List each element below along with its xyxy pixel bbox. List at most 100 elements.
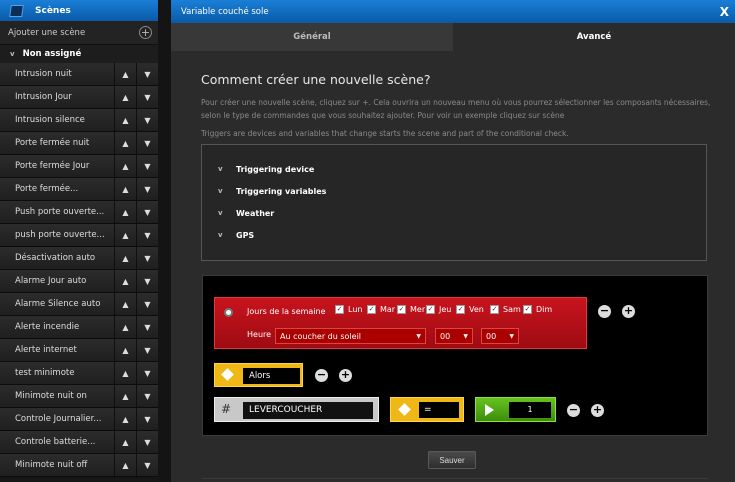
move-down-icon[interactable]: ▼ [136,362,158,384]
sidebar-group-unassigned[interactable]: v Non assigné [0,45,158,63]
list-item[interactable]: test minimote ▲ ▼ [0,362,158,385]
move-up-icon[interactable]: ▲ [114,224,136,246]
checkbox-icon[interactable]: ✓ [397,305,406,314]
checkbox-icon[interactable]: ✓ [456,305,465,314]
move-up-icon[interactable]: ▲ [114,109,136,131]
move-up-icon[interactable]: ▲ [114,155,136,177]
move-up-icon[interactable]: ▲ [114,270,136,292]
list-item[interactable]: Minimote nuit off ▲ ▼ [0,454,158,477]
day-checkbox[interactable]: ✓ Mar [367,305,395,314]
move-up-icon[interactable]: ▲ [114,247,136,269]
move-down-icon[interactable]: ▼ [136,408,158,430]
move-up-icon[interactable]: ▲ [114,178,136,200]
checkbox-icon[interactable]: ✓ [523,305,532,314]
scene-label: Alarme Silence auto [15,299,101,309]
move-down-icon[interactable]: ▼ [136,385,158,407]
condition-radio[interactable] [224,308,233,317]
move-up-icon[interactable]: ▲ [114,339,136,361]
list-item[interactable]: Alarme Jour auto ▲ ▼ [0,270,158,293]
move-up-icon[interactable]: ▲ [114,63,136,85]
move-up-icon[interactable]: ▲ [114,132,136,154]
move-up-icon[interactable]: ▲ [114,86,136,108]
move-down-icon[interactable]: ▼ [136,201,158,223]
list-item[interactable]: Intrusion silence ▲ ▼ [0,109,158,132]
checkbox-icon[interactable]: ✓ [367,305,376,314]
move-down-icon[interactable]: ▼ [136,339,158,361]
move-down-icon[interactable]: ▼ [136,247,158,269]
plus-circle-icon[interactable]: + [139,26,152,39]
time-mode-select[interactable]: Au coucher du soleil ▼ [275,328,426,344]
operator-block[interactable]: = [390,397,464,422]
day-checkbox[interactable]: ✓ Jeu [426,305,451,314]
list-item[interactable]: Désactivation auto ▲ ▼ [0,247,158,270]
list-item[interactable]: Porte fermée nuit ▲ ▼ [0,132,158,155]
day-checkbox[interactable]: ✓ Dim [523,305,552,314]
remove-variable-button[interactable]: − [567,404,580,417]
move-down-icon[interactable]: ▼ [136,63,158,85]
move-down-icon[interactable]: ▼ [136,224,158,246]
close-icon[interactable]: X [720,5,729,19]
trigger-device-row[interactable]: v Triggering device [218,158,706,180]
day-checkbox[interactable]: ✓ Lun [335,305,362,314]
chevron-down-icon: v [218,165,223,173]
move-up-icon[interactable]: ▲ [114,201,136,223]
day-checkbox[interactable]: ✓ Sam [490,305,521,314]
move-down-icon[interactable]: ▼ [136,293,158,315]
move-down-icon[interactable]: ▼ [136,316,158,338]
list-item[interactable]: Minimote nuit on ▲ ▼ [0,385,158,408]
list-item[interactable]: Porte fermée Jour ▲ ▼ [0,155,158,178]
checkbox-icon[interactable]: ✓ [335,305,344,314]
move-up-icon[interactable]: ▲ [114,316,136,338]
move-up-icon[interactable]: ▲ [114,362,136,384]
list-item[interactable]: Intrusion nuit ▲ ▼ [0,63,158,86]
list-item[interactable]: Controle Journalier... ▲ ▼ [0,408,158,431]
list-item[interactable]: push porte ouverte... ▲ ▼ [0,224,158,247]
tab-advanced[interactable]: Avancé [453,23,735,51]
add-condition-button[interactable]: + [622,305,635,318]
hours-select[interactable]: 00 ▼ [435,328,473,344]
list-item[interactable]: Alerte incendie ▲ ▼ [0,316,158,339]
trigger-variables-row[interactable]: v Triggering variables [218,180,706,202]
triggers-panel: v Triggering device v Triggering variabl… [201,144,707,261]
add-scene-button[interactable]: Ajouter une scène + [0,21,158,45]
variable-block[interactable]: # LEVERCOUCHER [214,397,379,422]
add-variable-button[interactable]: + [591,404,604,417]
list-item[interactable]: Alerte internet ▲ ▼ [0,339,158,362]
move-down-icon[interactable]: ▼ [136,178,158,200]
dialog-titlebar: Variable couché sole X [171,0,735,23]
value-block[interactable]: 1 [475,397,556,422]
move-up-icon[interactable]: ▲ [114,454,136,476]
remove-action-button[interactable]: − [315,369,328,382]
move-up-icon[interactable]: ▲ [114,385,136,407]
dropdown-arrow-icon: ▼ [416,332,421,340]
move-up-icon[interactable]: ▲ [114,431,136,453]
minutes-select[interactable]: 00 ▼ [481,328,519,344]
move-down-icon[interactable]: ▼ [136,431,158,453]
save-button[interactable]: Sauver [428,451,476,469]
move-down-icon[interactable]: ▼ [136,86,158,108]
trigger-gps-row[interactable]: v GPS [218,224,706,246]
add-action-button[interactable]: + [339,369,352,382]
then-block[interactable]: Alors [214,363,303,387]
move-up-icon[interactable]: ▲ [114,408,136,430]
move-down-icon[interactable]: ▼ [136,132,158,154]
day-checkbox[interactable]: ✓ Ven [456,305,484,314]
move-down-icon[interactable]: ▼ [136,155,158,177]
move-up-icon[interactable]: ▲ [114,293,136,315]
remove-condition-button[interactable]: − [598,305,611,318]
list-item[interactable]: Controle batterie... ▲ ▼ [0,431,158,454]
move-down-icon[interactable]: ▼ [136,109,158,131]
list-item[interactable]: Porte fermée... ▲ ▼ [0,178,158,201]
checkbox-icon[interactable]: ✓ [490,305,499,314]
tab-general[interactable]: Général [171,23,453,51]
move-down-icon[interactable]: ▼ [136,270,158,292]
list-item[interactable]: Intrusion Jour ▲ ▼ [0,86,158,109]
list-item[interactable]: Alarme Silence auto ▲ ▼ [0,293,158,316]
sidebar-scroll-gutter[interactable] [158,0,171,482]
day-checkbox[interactable]: ✓ Mer [397,305,425,314]
trigger-weather-row[interactable]: v Weather [218,202,706,224]
value-field[interactable]: 1 [509,402,551,418]
list-item[interactable]: Push porte ouverte... ▲ ▼ [0,201,158,224]
checkbox-icon[interactable]: ✓ [426,305,435,314]
move-down-icon[interactable]: ▼ [136,454,158,476]
